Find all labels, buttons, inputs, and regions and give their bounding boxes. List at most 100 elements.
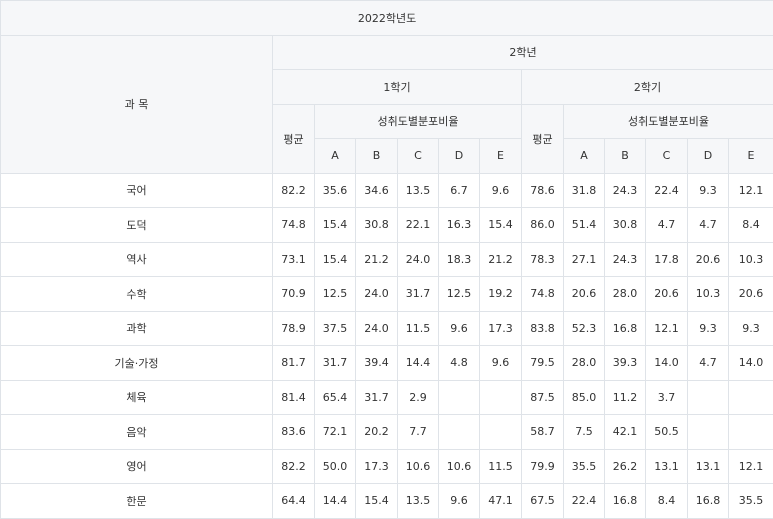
s2-average-cell: 87.5 bbox=[522, 380, 564, 415]
s2-distribution-cell: 85.0 bbox=[564, 380, 605, 415]
semester-2-grade-letter-header: B bbox=[605, 139, 646, 174]
s2-distribution-cell: 50.5 bbox=[646, 415, 688, 450]
s2-distribution-cell: 22.4 bbox=[564, 484, 605, 519]
s2-distribution-cell: 20.6 bbox=[646, 277, 688, 312]
table-row: 국어82.235.634.613.56.79.678.631.824.322.4… bbox=[1, 173, 773, 208]
s1-distribution-cell: 65.4 bbox=[315, 380, 356, 415]
s1-average-cell: 81.4 bbox=[273, 380, 315, 415]
s2-distribution-cell: 26.2 bbox=[605, 449, 646, 484]
s1-distribution-cell: 31.7 bbox=[315, 346, 356, 381]
s1-distribution-cell: 14.4 bbox=[315, 484, 356, 519]
s1-distribution-cell: 37.5 bbox=[315, 311, 356, 346]
s2-distribution-cell: 9.3 bbox=[688, 173, 729, 208]
s1-distribution-cell: 31.7 bbox=[356, 380, 398, 415]
s1-distribution-cell bbox=[480, 415, 522, 450]
s1-distribution-cell: 21.2 bbox=[356, 242, 398, 277]
semester-1-grade-letter-header: D bbox=[439, 139, 480, 174]
s2-distribution-cell: 28.0 bbox=[605, 277, 646, 312]
s2-distribution-cell: 20.6 bbox=[564, 277, 605, 312]
s1-distribution-cell: 17.3 bbox=[356, 449, 398, 484]
s2-distribution-cell: 35.5 bbox=[729, 484, 773, 519]
s1-average-cell: 73.1 bbox=[273, 242, 315, 277]
table-row: 영어82.250.017.310.610.611.579.935.526.213… bbox=[1, 449, 773, 484]
subject-cell: 영어 bbox=[1, 449, 273, 484]
s2-average-cell: 79.9 bbox=[522, 449, 564, 484]
s1-distribution-cell: 7.7 bbox=[398, 415, 439, 450]
semester-1-header: 1학기 bbox=[273, 70, 522, 105]
s1-distribution-cell: 21.2 bbox=[480, 242, 522, 277]
subject-cell: 수학 bbox=[1, 277, 273, 312]
s2-distribution-cell: 22.4 bbox=[646, 173, 688, 208]
s2-distribution-cell: 8.4 bbox=[729, 208, 773, 243]
semester-2-grade-letter-header: E bbox=[729, 139, 773, 174]
subject-cell: 국어 bbox=[1, 173, 273, 208]
s2-distribution-cell: 42.1 bbox=[605, 415, 646, 450]
s1-distribution-cell: 24.0 bbox=[356, 277, 398, 312]
s2-distribution-cell: 3.7 bbox=[646, 380, 688, 415]
s1-distribution-cell: 9.6 bbox=[480, 173, 522, 208]
s2-distribution-cell: 16.8 bbox=[605, 484, 646, 519]
semester-1-grade-letter-header: E bbox=[480, 139, 522, 174]
s1-distribution-cell: 12.5 bbox=[315, 277, 356, 312]
semester-1-average-header: 평균 bbox=[273, 104, 315, 173]
table-row: 음악83.672.120.27.758.77.542.150.5 bbox=[1, 415, 773, 450]
s2-distribution-cell bbox=[729, 415, 773, 450]
s2-distribution-cell: 30.8 bbox=[605, 208, 646, 243]
s1-average-cell: 82.2 bbox=[273, 173, 315, 208]
subject-cell: 도덕 bbox=[1, 208, 273, 243]
s1-average-cell: 78.9 bbox=[273, 311, 315, 346]
s1-distribution-cell: 18.3 bbox=[439, 242, 480, 277]
subject-cell: 과학 bbox=[1, 311, 273, 346]
s1-distribution-cell: 24.0 bbox=[398, 242, 439, 277]
s2-distribution-cell: 12.1 bbox=[729, 173, 773, 208]
s1-distribution-cell: 13.5 bbox=[398, 173, 439, 208]
s2-distribution-cell: 16.8 bbox=[605, 311, 646, 346]
s1-distribution-cell: 11.5 bbox=[398, 311, 439, 346]
table-row: 도덕74.815.430.822.116.315.486.051.430.84.… bbox=[1, 208, 773, 243]
s1-distribution-cell: 2.9 bbox=[398, 380, 439, 415]
table-row: 수학70.912.524.031.712.519.274.820.628.020… bbox=[1, 277, 773, 312]
semester-1-grade-letter-header: C bbox=[398, 139, 439, 174]
subject-header: 과 목 bbox=[1, 35, 273, 173]
s1-distribution-cell: 12.5 bbox=[439, 277, 480, 312]
semester-2-grade-letter-header: A bbox=[564, 139, 605, 174]
s1-distribution-cell bbox=[439, 415, 480, 450]
s2-distribution-cell bbox=[688, 380, 729, 415]
s1-distribution-cell: 20.2 bbox=[356, 415, 398, 450]
s1-average-cell: 64.4 bbox=[273, 484, 315, 519]
s1-distribution-cell: 9.6 bbox=[439, 484, 480, 519]
semester-2-grade-letter-header: D bbox=[688, 139, 729, 174]
s2-distribution-cell: 51.4 bbox=[564, 208, 605, 243]
s1-average-cell: 70.9 bbox=[273, 277, 315, 312]
s1-distribution-cell: 50.0 bbox=[315, 449, 356, 484]
semester-2-average-header: 평균 bbox=[522, 104, 564, 173]
subject-cell: 한문 bbox=[1, 484, 273, 519]
subject-cell: 역사 bbox=[1, 242, 273, 277]
s1-distribution-cell: 6.7 bbox=[439, 173, 480, 208]
s2-distribution-cell: 16.8 bbox=[688, 484, 729, 519]
s1-distribution-cell: 14.4 bbox=[398, 346, 439, 381]
s2-distribution-cell: 35.5 bbox=[564, 449, 605, 484]
table-row: 역사73.115.421.224.018.321.278.327.124.317… bbox=[1, 242, 773, 277]
s2-distribution-cell: 24.3 bbox=[605, 173, 646, 208]
s2-distribution-cell: 20.6 bbox=[729, 277, 773, 312]
s1-distribution-cell bbox=[439, 380, 480, 415]
s1-distribution-cell: 15.4 bbox=[315, 242, 356, 277]
s2-distribution-cell: 11.2 bbox=[605, 380, 646, 415]
s2-average-cell: 74.8 bbox=[522, 277, 564, 312]
s1-distribution-cell bbox=[480, 380, 522, 415]
s2-distribution-cell: 9.3 bbox=[729, 311, 773, 346]
s1-distribution-cell: 24.0 bbox=[356, 311, 398, 346]
s1-distribution-cell: 9.6 bbox=[480, 346, 522, 381]
s1-distribution-cell: 17.3 bbox=[480, 311, 522, 346]
semester-1-distribution-header: 성취도별분포비율 bbox=[315, 104, 522, 139]
s2-distribution-cell bbox=[729, 380, 773, 415]
year-title: 2022학년도 bbox=[1, 1, 773, 36]
s2-distribution-cell: 52.3 bbox=[564, 311, 605, 346]
s1-distribution-cell: 47.1 bbox=[480, 484, 522, 519]
s2-distribution-cell: 39.3 bbox=[605, 346, 646, 381]
grade-header: 2학년 bbox=[273, 35, 773, 70]
s1-distribution-cell: 22.1 bbox=[398, 208, 439, 243]
s2-average-cell: 78.3 bbox=[522, 242, 564, 277]
s2-distribution-cell: 27.1 bbox=[564, 242, 605, 277]
